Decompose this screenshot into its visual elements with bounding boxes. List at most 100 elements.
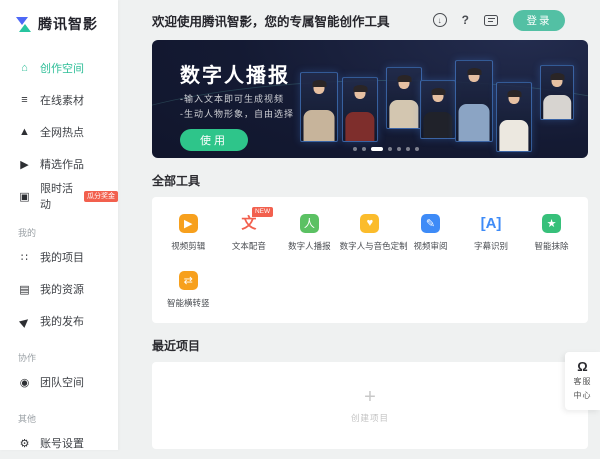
avatar-head <box>469 70 480 82</box>
avatar-torso <box>499 120 528 151</box>
sidebar-section-label: 协作 <box>0 351 118 364</box>
logo-icon <box>16 17 31 32</box>
avatar-head <box>399 77 410 89</box>
carousel-dot[interactable] <box>353 147 357 151</box>
banner-subtitles: -输入文本即可生成视频-生动人物形象，自由选择 <box>180 92 294 122</box>
sidebar-item-limited-events[interactable]: ▣ 限时活动瓜分奖金 <box>0 180 118 212</box>
carousel-dot[interactable] <box>397 147 401 151</box>
sidebar-item-my-resources[interactable]: ▤我的资源 <box>0 273 118 305</box>
video-review-icon: ✎ <box>421 214 440 233</box>
team-icon: ◉ <box>18 376 31 389</box>
logo[interactable]: 腾讯智影 <box>0 12 118 36</box>
sidebar-item-label: 团队空间 <box>40 374 84 390</box>
tool-digital-human-voice-custom[interactable]: ♥数字人与音色定制 <box>340 213 401 252</box>
tool-subtitle-recognition[interactable]: [A] 字幕识别 <box>461 213 522 252</box>
video-icon: ▶ <box>18 158 31 171</box>
create-project-button[interactable]: + 创建项目 <box>351 387 389 424</box>
tool-icon-wrap: ⇄ <box>158 270 219 290</box>
sidebar-section-label: 其他 <box>0 412 118 425</box>
topbar: 欢迎使用腾讯智影，您的专属智能创作工具 ↓ ? 登录 <box>152 0 588 40</box>
tool-label: 字幕识别 <box>461 240 522 252</box>
digital-human-card <box>300 72 338 142</box>
tool-label: 智能抹除 <box>521 240 582 252</box>
support-label-line1: 客服 <box>565 376 600 387</box>
sidebar-item-label: 我的发布 <box>40 313 84 329</box>
carousel-dot[interactable] <box>371 147 383 151</box>
digital-human-card <box>342 77 378 142</box>
tool-label: 智能横转竖 <box>158 297 219 309</box>
carousel-dot[interactable] <box>388 147 392 151</box>
sidebar-item-label: 我的项目 <box>40 249 84 265</box>
tool-label: 文本配音 <box>219 240 280 252</box>
tools-card: ▶视频剪辑文NEW 文本配音人数字人播报♥数字人与音色定制 ✎ 视频审阅[A] 字幕识别… <box>152 197 588 323</box>
sidebar: 腾讯智影 ⌂创作空间≡在线素材▲全网热点▶精选作品▣限时活动瓜分奖金我的∷我的项… <box>0 0 118 450</box>
tool-icon-wrap: ♥ <box>340 213 401 233</box>
logo-triangle-bottom <box>19 24 31 32</box>
digital-human-card <box>386 67 422 129</box>
sidebar-item-trending[interactable]: ▲全网热点 <box>0 116 118 148</box>
video-edit-icon: ▶ <box>179 214 198 233</box>
tool-icon-wrap: [A] <box>461 213 522 233</box>
login-button[interactable]: 登录 <box>513 10 565 31</box>
sidebar-item-creative-space[interactable]: ⌂创作空间 <box>0 52 118 84</box>
sidebar-item-account-settings[interactable]: ⚙ 账号设置 <box>0 427 118 459</box>
home-icon: ⌂ <box>18 62 31 74</box>
tool-video-editing[interactable]: ▶视频剪辑 <box>158 213 219 252</box>
avatar-head <box>509 92 520 104</box>
feedback-icon[interactable] <box>484 15 498 26</box>
new-badge: NEW <box>252 207 272 217</box>
sidebar-item-label: 在线素材 <box>40 92 84 108</box>
tool-smart-erase[interactable]: ★ 智能抹除 <box>521 213 582 252</box>
banner-use-button[interactable]: 使用 <box>180 129 248 151</box>
avatar-head <box>552 75 563 87</box>
tool-digital-human-broadcast[interactable]: 人数字人播报 <box>279 213 340 252</box>
gear-icon: ⚙ <box>18 437 31 450</box>
carousel-dot[interactable] <box>415 147 419 151</box>
avatar-torso <box>459 104 490 141</box>
main-content: 欢迎使用腾讯智影，您的专属智能创作工具 ↓ ? 登录 数字人播报 -输入文本即可… <box>118 0 600 450</box>
app-root: 腾讯智影 ⌂创作空间≡在线素材▲全网热点▶精选作品▣限时活动瓜分奖金我的∷我的项… <box>0 0 600 450</box>
digital-human-card <box>420 80 456 139</box>
tool-icon-wrap: 文NEW <box>219 213 280 233</box>
sidebar-item-label: 账号设置 <box>40 435 84 451</box>
banner-subtitle-line: -输入文本即可生成视频 <box>180 92 294 107</box>
support-center-widget[interactable]: Ω 客服 中心 <box>565 352 600 410</box>
activity-badge: 瓜分奖金 <box>84 191 118 202</box>
sidebar-item-featured-works[interactable]: ▶ 精选作品 <box>0 148 118 180</box>
tool-icon-wrap: ★ <box>521 213 582 233</box>
tools-heading: 全部工具 <box>152 172 588 189</box>
sidebar-item-my-publications[interactable]: ▶我的发布 <box>0 305 118 337</box>
download-client-icon[interactable]: ↓ <box>433 13 447 27</box>
welcome-text: 欢迎使用腾讯智影，您的专属智能创作工具 <box>152 11 390 30</box>
sidebar-item-label: 全网热点 <box>40 124 84 140</box>
sidebar-item-team-space[interactable]: ◉ 团队空间 <box>0 366 118 398</box>
gift-icon: ▣ <box>18 190 31 203</box>
tool-horizontal-to-vertical[interactable]: ⇄ 智能横转竖 <box>158 270 219 309</box>
sidebar-item-online-assets[interactable]: ≡ 在线素材 <box>0 84 118 116</box>
rotate-icon: ⇄ <box>179 271 198 290</box>
sidebar-item-label: 精选作品 <box>40 156 84 172</box>
layers-icon: ≡ <box>18 94 31 106</box>
tool-label: 视频审阅 <box>400 240 461 252</box>
carousel-dot[interactable] <box>362 147 366 151</box>
tool-text-to-speech[interactable]: 文NEW 文本配音 <box>219 213 280 252</box>
sidebar-nav: ⌂创作空间≡在线素材▲全网热点▶精选作品▣限时活动瓜分奖金我的∷我的项目▤我的资… <box>0 52 118 459</box>
banner-title: 数字人播报 <box>180 59 290 88</box>
tool-video-review[interactable]: ✎ 视频审阅 <box>400 213 461 252</box>
voice-custom-icon: ♥ <box>360 214 379 233</box>
carousel-dot[interactable] <box>406 147 410 151</box>
create-project-label: 创建项目 <box>351 412 389 424</box>
app-title: 腾讯智影 <box>38 14 98 34</box>
avatar-torso <box>543 95 571 119</box>
headset-icon: Ω <box>565 360 600 373</box>
carousel-dots <box>353 147 419 151</box>
sidebar-item-label: 限时活动 <box>40 180 74 212</box>
recent-projects-card: + 创建项目 <box>152 362 588 449</box>
plus-icon: + <box>351 387 389 407</box>
sidebar-item-my-projects[interactable]: ∷我的项目 <box>0 241 118 273</box>
avatar-torso <box>389 100 418 128</box>
digital-human-icon: 人 <box>300 214 319 233</box>
hero-banner[interactable]: 数字人播报 -输入文本即可生成视频-生动人物形象，自由选择 使用 <box>152 40 588 158</box>
help-icon[interactable]: ? <box>462 13 469 27</box>
erase-icon: ★ <box>542 214 561 233</box>
